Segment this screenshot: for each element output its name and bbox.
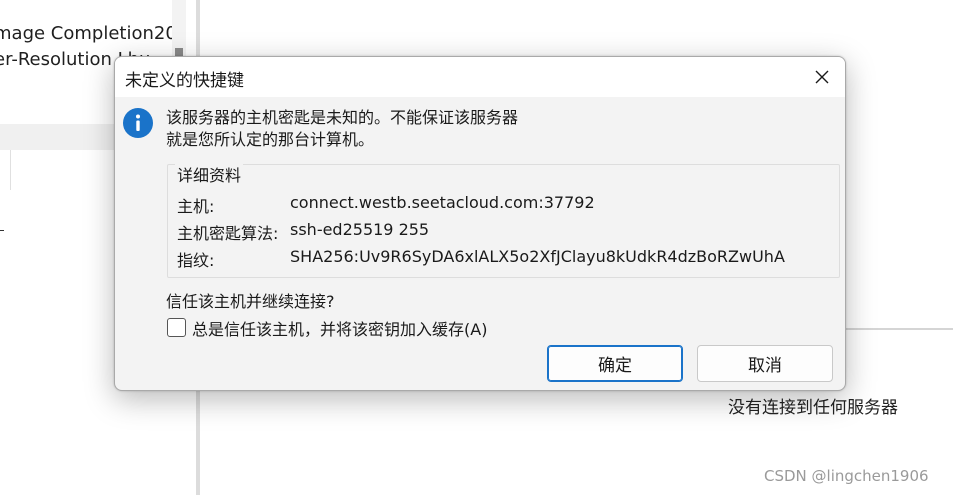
details-title: 详细资料 (175, 162, 244, 186)
close-button[interactable] (799, 57, 845, 97)
message-line: 就是您所认定的那台计算机。 (166, 130, 375, 149)
trust-question: 信任该主机并继续连接? (166, 292, 335, 311)
cancel-button[interactable]: 取消 (697, 345, 833, 382)
divider (10, 150, 11, 190)
file-list-item[interactable]: mage Completion20 (0, 23, 172, 44)
ok-button[interactable]: 确定 (547, 345, 683, 382)
divider (0, 230, 4, 231)
watermark: CSDN @lingchen1906 (764, 467, 929, 485)
detail-value-host: connect.westb.seetacloud.com:37792 (290, 193, 595, 212)
dialog-title: 未定义的快捷键 (125, 71, 244, 91)
close-icon (815, 70, 829, 84)
dialog-message: 该服务器的主机密匙是未知的。不能保证该服务器 就是您所认定的那台计算机。 (166, 107, 518, 151)
info-icon (123, 108, 153, 138)
detail-label-fingerprint: 指纹: (177, 251, 215, 270)
host-key-dialog: 未定义的快捷键 该服务器的主机密匙是未知的。不能保证该服务器 就是您所认定的那台… (114, 56, 846, 391)
dialog-titlebar[interactable]: 未定义的快捷键 (115, 57, 845, 97)
detail-value-algorithm: ssh-ed25519 255 (290, 220, 430, 239)
always-trust-label[interactable]: 总是信任该主机，并将该密钥加入缓存(A) (192, 316, 487, 340)
message-line: 该服务器的主机密匙是未知的。不能保证该服务器 (166, 108, 519, 127)
detail-label-algorithm: 主机密匙算法: (177, 224, 279, 243)
detail-label-host: 主机: (177, 197, 215, 216)
always-trust-checkbox[interactable] (167, 318, 186, 337)
divider (845, 328, 953, 330)
connection-status-text: 没有连接到任何服务器 (728, 398, 898, 418)
detail-value-fingerprint: SHA256:Uv9R6SyDA6xlALX5o2XfJClayu8kUdkR4… (290, 247, 785, 266)
